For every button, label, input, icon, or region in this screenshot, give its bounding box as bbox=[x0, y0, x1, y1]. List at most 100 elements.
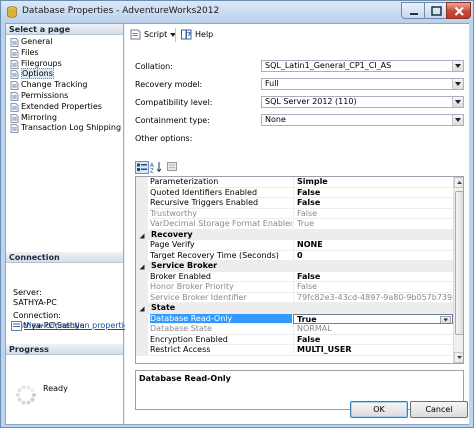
category-recovery[interactable]: Recovery bbox=[136, 229, 453, 240]
property-name: Database State bbox=[150, 324, 292, 335]
property-value-dropdown[interactable] bbox=[440, 315, 451, 324]
compatibility-level-value: SQL Server 2012 (110) bbox=[265, 97, 357, 106]
chevron-down-icon bbox=[455, 64, 461, 68]
collapse-icon[interactable] bbox=[138, 263, 146, 271]
property-value[interactable]: False bbox=[293, 334, 453, 345]
collapse-icon[interactable] bbox=[138, 305, 146, 313]
close-button[interactable] bbox=[446, 2, 471, 19]
property-value-text: 79fc82e3-43cd-4897-9a80-9b057b73985a bbox=[297, 292, 453, 302]
property-row-broker-enabled[interactable]: Broker Enabled False bbox=[136, 271, 453, 282]
page-item-label: Files bbox=[21, 47, 39, 57]
spinner-dot bbox=[32, 393, 36, 397]
property-row-parameterization[interactable]: Parameterization Simple bbox=[136, 177, 453, 188]
property-row-quoted-identifiers-enabled[interactable]: Quoted Identifiers Enabled False bbox=[136, 187, 453, 198]
page-item-label: Filegroups bbox=[21, 58, 62, 68]
scroll-down-icon bbox=[457, 356, 462, 359]
property-name: Quoted Identifiers Enabled bbox=[150, 188, 292, 198]
property-grid-scrollbar[interactable] bbox=[453, 177, 463, 363]
property-name: Broker Enabled bbox=[150, 272, 292, 282]
maximize-button[interactable] bbox=[424, 2, 447, 19]
category-label: State bbox=[151, 303, 176, 312]
right-pane: Script Help Collation: SQL_Latin1_Genera… bbox=[125, 24, 469, 424]
recovery-model-dropdown-arrow[interactable] bbox=[452, 79, 463, 89]
recovery-model-label: Recovery model: bbox=[135, 80, 203, 89]
property-value[interactable]: True bbox=[293, 313, 453, 324]
connection-properties-icon bbox=[11, 321, 22, 331]
window-title: Database Properties - AdventureWorks2012 bbox=[22, 6, 220, 16]
property-row-service-broker-identifier[interactable]: Service Broker Identifier 79fc82e3-43cd-4… bbox=[136, 292, 453, 303]
property-row-database-read-only[interactable]: Database Read-Only True bbox=[136, 313, 453, 324]
title-bar[interactable]: Database Properties - AdventureWorks2012 bbox=[1, 1, 473, 23]
collation-value: SQL_Latin1_General_CP1_CI_AS bbox=[265, 61, 392, 70]
page-item-mirroring[interactable]: Mirroring bbox=[8, 113, 122, 124]
row-gutter bbox=[136, 250, 148, 261]
page-item-label: Extended Properties bbox=[21, 101, 102, 111]
page-item-extended-properties[interactable]: Extended Properties bbox=[8, 102, 122, 113]
page-item-options[interactable]: Options bbox=[8, 68, 122, 80]
collation-dropdown-arrow[interactable] bbox=[452, 61, 463, 71]
compatibility-level-select[interactable]: SQL Server 2012 (110) bbox=[261, 96, 464, 108]
property-row-page-verify[interactable]: Page Verify NONE bbox=[136, 240, 453, 251]
script-label: Script bbox=[144, 30, 168, 39]
property-name: Trustworthy bbox=[150, 209, 292, 219]
row-gutter bbox=[136, 334, 148, 345]
property-name: Target Recovery Time (Seconds) bbox=[150, 251, 292, 261]
minimize-button[interactable] bbox=[401, 2, 425, 19]
property-value: False bbox=[293, 282, 453, 293]
left-pane: Select a page General Files Filegroups Opti… bbox=[6, 24, 133, 424]
categorized-button[interactable] bbox=[135, 161, 149, 174]
page-item-label: General bbox=[21, 37, 53, 46]
category-state[interactable]: State bbox=[136, 303, 453, 314]
property-row-vardecimal-storage-format-enabled[interactable]: VarDecimal Storage Format Enabled True bbox=[136, 219, 453, 230]
property-value-text: False bbox=[297, 282, 318, 291]
toolbar-separator bbox=[175, 28, 176, 42]
category-service-broker[interactable]: Service Broker bbox=[136, 261, 453, 272]
property-value-text: MULTI_USER bbox=[297, 345, 352, 354]
property-row-target-recovery-time-seconds-[interactable]: Target Recovery Time (Seconds) 0 bbox=[136, 250, 453, 261]
ok-button[interactable]: OK bbox=[350, 401, 408, 418]
property-name: Parameterization bbox=[150, 177, 292, 188]
property-row-trustworthy[interactable]: Trustworthy False bbox=[136, 208, 453, 219]
property-row-recursive-triggers-enabled[interactable]: Recursive Triggers Enabled False bbox=[136, 198, 453, 209]
property-value[interactable]: 0 bbox=[293, 250, 453, 261]
property-row-honor-broker-priority[interactable]: Honor Broker Priority False bbox=[136, 282, 453, 293]
collation-select[interactable]: SQL_Latin1_General_CP1_CI_AS bbox=[261, 60, 464, 72]
property-row-encryption-enabled[interactable]: Encryption Enabled False bbox=[136, 334, 453, 345]
page-item-files[interactable]: Files bbox=[8, 48, 122, 59]
containment-type-label: Containment type: bbox=[135, 116, 210, 125]
property-value[interactable]: False bbox=[293, 198, 453, 209]
property-value[interactable]: Simple bbox=[293, 177, 453, 188]
category-label: Service Broker bbox=[151, 261, 218, 270]
scroll-down-button[interactable] bbox=[454, 352, 463, 363]
page-item-change-tracking[interactable]: Change Tracking bbox=[8, 80, 122, 91]
alphabetical-button[interactable]: A Z bbox=[150, 161, 164, 174]
scroll-thumb[interactable] bbox=[455, 191, 463, 335]
property-value[interactable]: False bbox=[293, 187, 453, 198]
containment-dropdown-arrow[interactable] bbox=[452, 115, 463, 125]
view-connection-properties-link[interactable]: View connection properties bbox=[24, 321, 133, 330]
containment-type-select[interactable]: None bbox=[261, 114, 464, 126]
page-item-permissions[interactable]: Permissions bbox=[8, 91, 122, 102]
property-value[interactable]: False bbox=[293, 271, 453, 282]
page-item-general[interactable]: General bbox=[8, 37, 122, 48]
property-pages-button[interactable] bbox=[166, 161, 180, 174]
row-gutter bbox=[136, 240, 148, 251]
property-row-restrict-access[interactable]: Restrict Access MULTI_USER bbox=[136, 345, 453, 356]
page-item-transaction-log-shipping[interactable]: Transaction Log Shipping bbox=[8, 123, 122, 134]
property-name: Database Read-Only bbox=[150, 313, 292, 324]
cancel-button[interactable]: Cancel bbox=[410, 401, 468, 418]
compatibility-dropdown-arrow[interactable] bbox=[452, 97, 463, 107]
spinner-dot bbox=[21, 385, 26, 390]
property-value[interactable]: NONE bbox=[293, 240, 453, 251]
property-value[interactable]: MULTI_USER bbox=[293, 345, 453, 356]
recovery-model-select[interactable]: Full bbox=[261, 78, 464, 90]
property-value-text: False bbox=[297, 187, 321, 197]
collapse-icon[interactable] bbox=[138, 232, 146, 240]
server-label: Server: bbox=[13, 288, 42, 297]
other-options-label: Other options: bbox=[135, 134, 193, 143]
property-row-database-state[interactable]: Database State NORMAL bbox=[136, 324, 453, 335]
spinner-dot bbox=[17, 388, 22, 393]
view-connection-row[interactable]: View connection properties bbox=[10, 321, 133, 331]
chevron-down-icon bbox=[443, 318, 448, 321]
scroll-up-button[interactable] bbox=[454, 177, 463, 188]
